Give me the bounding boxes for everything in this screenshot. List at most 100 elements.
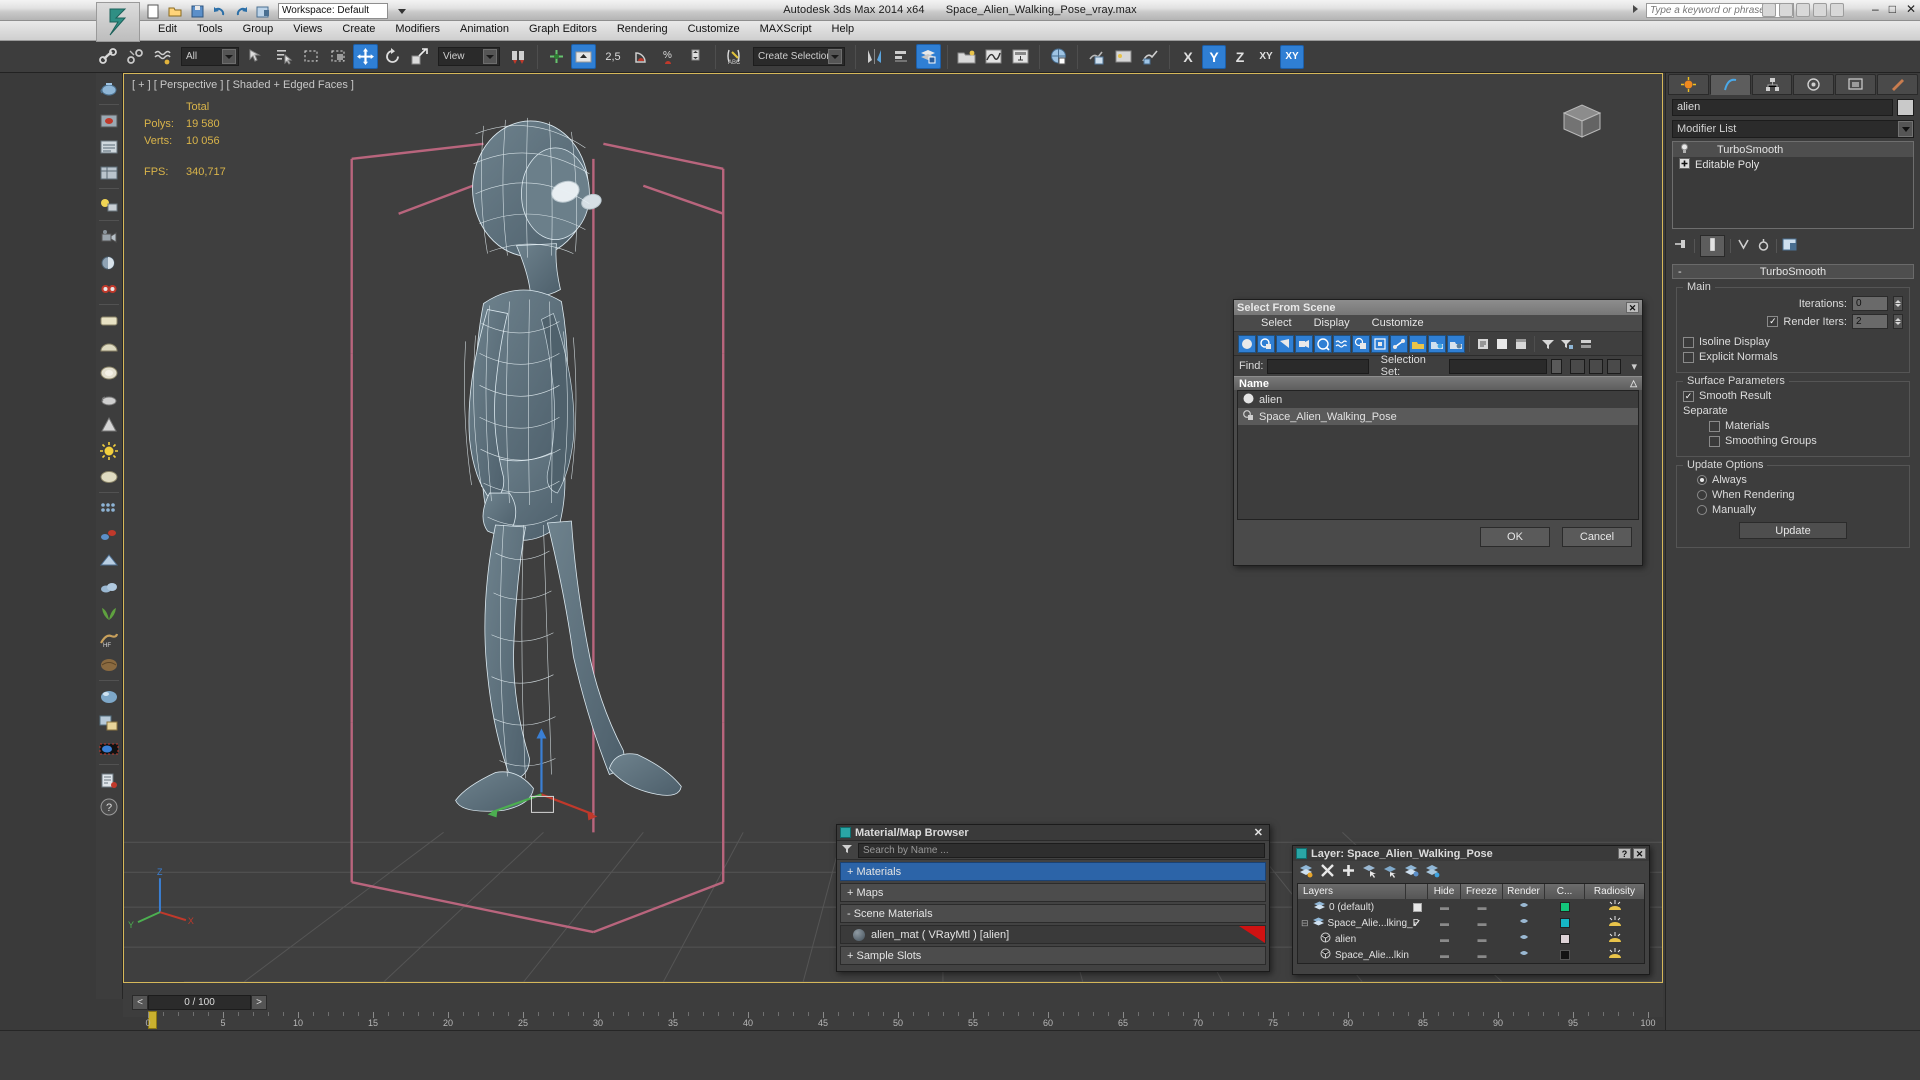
chevron-down-icon[interactable] [1898, 121, 1913, 137]
display-influences-icon[interactable] [1447, 334, 1465, 353]
scene-material-item[interactable]: alien_mat ( VRayMtl ) [alien] [840, 925, 1266, 944]
scene-object-list[interactable]: alien Space_Alien_Walking_Pose [1237, 390, 1639, 520]
display-bones-icon[interactable] [1390, 334, 1408, 353]
app-logo-icon[interactable] [96, 2, 140, 42]
mmb-section-maps[interactable]: + Maps [840, 883, 1266, 902]
layer-color-swatch[interactable] [1560, 950, 1570, 960]
table-row[interactable]: 0 (default) ▬ ▬ [1298, 899, 1644, 915]
space-warp-icon[interactable] [97, 548, 121, 573]
menu-item-maxscript[interactable]: MAXScript [750, 21, 822, 37]
set-current-layer-icon[interactable] [1425, 863, 1440, 881]
update-manually-radio[interactable] [1697, 505, 1707, 515]
sunlight-icon[interactable] [97, 438, 121, 463]
help-button[interactable]: ? [1618, 848, 1631, 859]
dialog-menu-select[interactable]: Select [1250, 317, 1303, 329]
material-editor-small-icon[interactable] [97, 710, 121, 735]
table-row[interactable]: ⊟ Space_Alie...lking_P ✓ ▬ ▬ [1298, 915, 1644, 931]
display-shapes-icon[interactable] [1257, 334, 1275, 353]
display-xrefs-icon[interactable] [1371, 334, 1389, 353]
align-icon[interactable] [889, 44, 914, 69]
current-layer-check-icon[interactable]: ✓ [1412, 917, 1421, 930]
current-layer-checkbox[interactable] [1412, 902, 1422, 912]
menu-item-create[interactable]: Create [332, 21, 385, 37]
table-row[interactable]: alien ▬ ▬ [1298, 931, 1644, 947]
render-frame-window-icon[interactable] [1111, 44, 1136, 69]
axis-constraint-y-button[interactable]: Y [1202, 44, 1226, 69]
chevron-down-icon[interactable]: ▾ [1631, 360, 1637, 373]
search-icon[interactable] [1762, 3, 1776, 17]
radiosity-icon[interactable] [1608, 916, 1622, 930]
schematic-view-icon[interactable] [1008, 44, 1033, 69]
spray-particle-icon[interactable] [97, 522, 121, 547]
toggle-scene-explorer-icon[interactable] [954, 44, 979, 69]
radiosity-icon[interactable] [1608, 900, 1622, 914]
select-layer-objects-icon[interactable] [1362, 863, 1377, 881]
modifier-stack[interactable]: TurboSmooth Editable Poly [1672, 141, 1914, 229]
chevron-down-icon[interactable] [1550, 358, 1563, 374]
list-item[interactable]: Space_Alien_Walking_Pose [1238, 408, 1638, 425]
rollout-collapse-icon[interactable]: - [1678, 266, 1682, 278]
camera-match-icon[interactable] [97, 250, 121, 275]
modify-tab[interactable] [1709, 74, 1751, 95]
percent-snap-toggle-icon[interactable]: % [657, 44, 682, 69]
stereo-camera-icon[interactable] [97, 276, 121, 301]
select-by-set-icon[interactable] [1570, 358, 1585, 374]
chevron-down-icon[interactable] [828, 49, 842, 64]
expand-collapse-icon[interactable]: ⊟ [1301, 918, 1309, 929]
create-new-layer-icon[interactable] [1299, 863, 1314, 881]
axis-constraint-x-button[interactable]: X [1176, 45, 1200, 69]
select-object-icon[interactable] [245, 44, 270, 69]
display-lights-icon[interactable] [1276, 334, 1294, 353]
camera-icon[interactable] [97, 224, 121, 249]
material-editor-icon[interactable] [1046, 44, 1071, 69]
ok-button[interactable]: OK [1480, 527, 1550, 547]
mmb-search-input[interactable]: Search by Name ... [858, 842, 1265, 858]
set-project-icon[interactable] [256, 4, 271, 19]
hair-fur-icon[interactable]: HF [97, 626, 121, 651]
open-icon[interactable] [168, 4, 183, 19]
use-pivot-point-center-icon[interactable] [506, 44, 531, 69]
curve-editor-icon[interactable] [981, 44, 1006, 69]
hide-toggle[interactable]: ▬ [1440, 902, 1449, 912]
window-crossing-toggle-icon[interactable] [326, 44, 351, 69]
subscription-icon[interactable] [1779, 3, 1793, 17]
find-input[interactable] [1267, 358, 1369, 374]
radiosity-icon[interactable] [1608, 948, 1622, 962]
select-and-rotate-icon[interactable] [380, 44, 405, 69]
reference-coordinate-combo[interactable]: View [438, 47, 500, 66]
undo-icon[interactable] [212, 4, 227, 19]
menu-item-animation[interactable]: Animation [450, 21, 519, 37]
cloud-effect-icon[interactable] [97, 574, 121, 599]
iterations-spinner[interactable] [1893, 296, 1903, 311]
display-groups-icon[interactable] [1352, 334, 1370, 353]
advanced-filter-icon[interactable] [1558, 335, 1576, 353]
viewport-label[interactable]: [ + ] [ Perspective ] [ Shaded + Edged F… [132, 79, 354, 91]
make-unique-icon[interactable] [1736, 237, 1751, 255]
update-when-rendering-radio[interactable] [1697, 490, 1707, 500]
object-name-input[interactable]: alien [1672, 99, 1893, 116]
particle-array-icon[interactable] [97, 496, 121, 521]
menu-item-group[interactable]: Group [233, 21, 284, 37]
infocenter-expand-icon[interactable] [1633, 5, 1638, 13]
teapot2-primitive-icon[interactable] [97, 386, 121, 411]
expand-all-icon[interactable] [1474, 335, 1492, 353]
menu-item-tools[interactable]: Tools [187, 21, 233, 37]
display-geometry-icon[interactable] [1238, 334, 1256, 353]
utilities-tab[interactable] [1877, 74, 1918, 95]
scene-report-icon[interactable] [97, 768, 121, 793]
show-end-result-icon[interactable] [1700, 235, 1725, 257]
add-objects-to-layer-icon[interactable] [1404, 863, 1419, 881]
delete-layer-icon[interactable] [1320, 863, 1335, 881]
next-frame-button[interactable]: > [251, 995, 267, 1010]
workspace-dropdown-icon[interactable] [395, 4, 410, 19]
display-tab[interactable] [1835, 74, 1877, 95]
plus-box-icon[interactable] [1679, 157, 1690, 172]
render-region-icon[interactable] [97, 736, 121, 761]
menu-item-rendering[interactable]: Rendering [607, 21, 678, 37]
layer-manager-dialog[interactable]: Layer: Space_Alien_Walking_Pose ? ✕ Laye… [1292, 845, 1650, 975]
render-preview-icon[interactable] [97, 108, 121, 133]
list-item[interactable]: alien [1238, 391, 1638, 408]
collapse-all-icon[interactable] [1493, 335, 1511, 353]
select-and-scale-icon[interactable] [407, 44, 432, 69]
teapot-primitive-icon[interactable] [97, 76, 121, 101]
